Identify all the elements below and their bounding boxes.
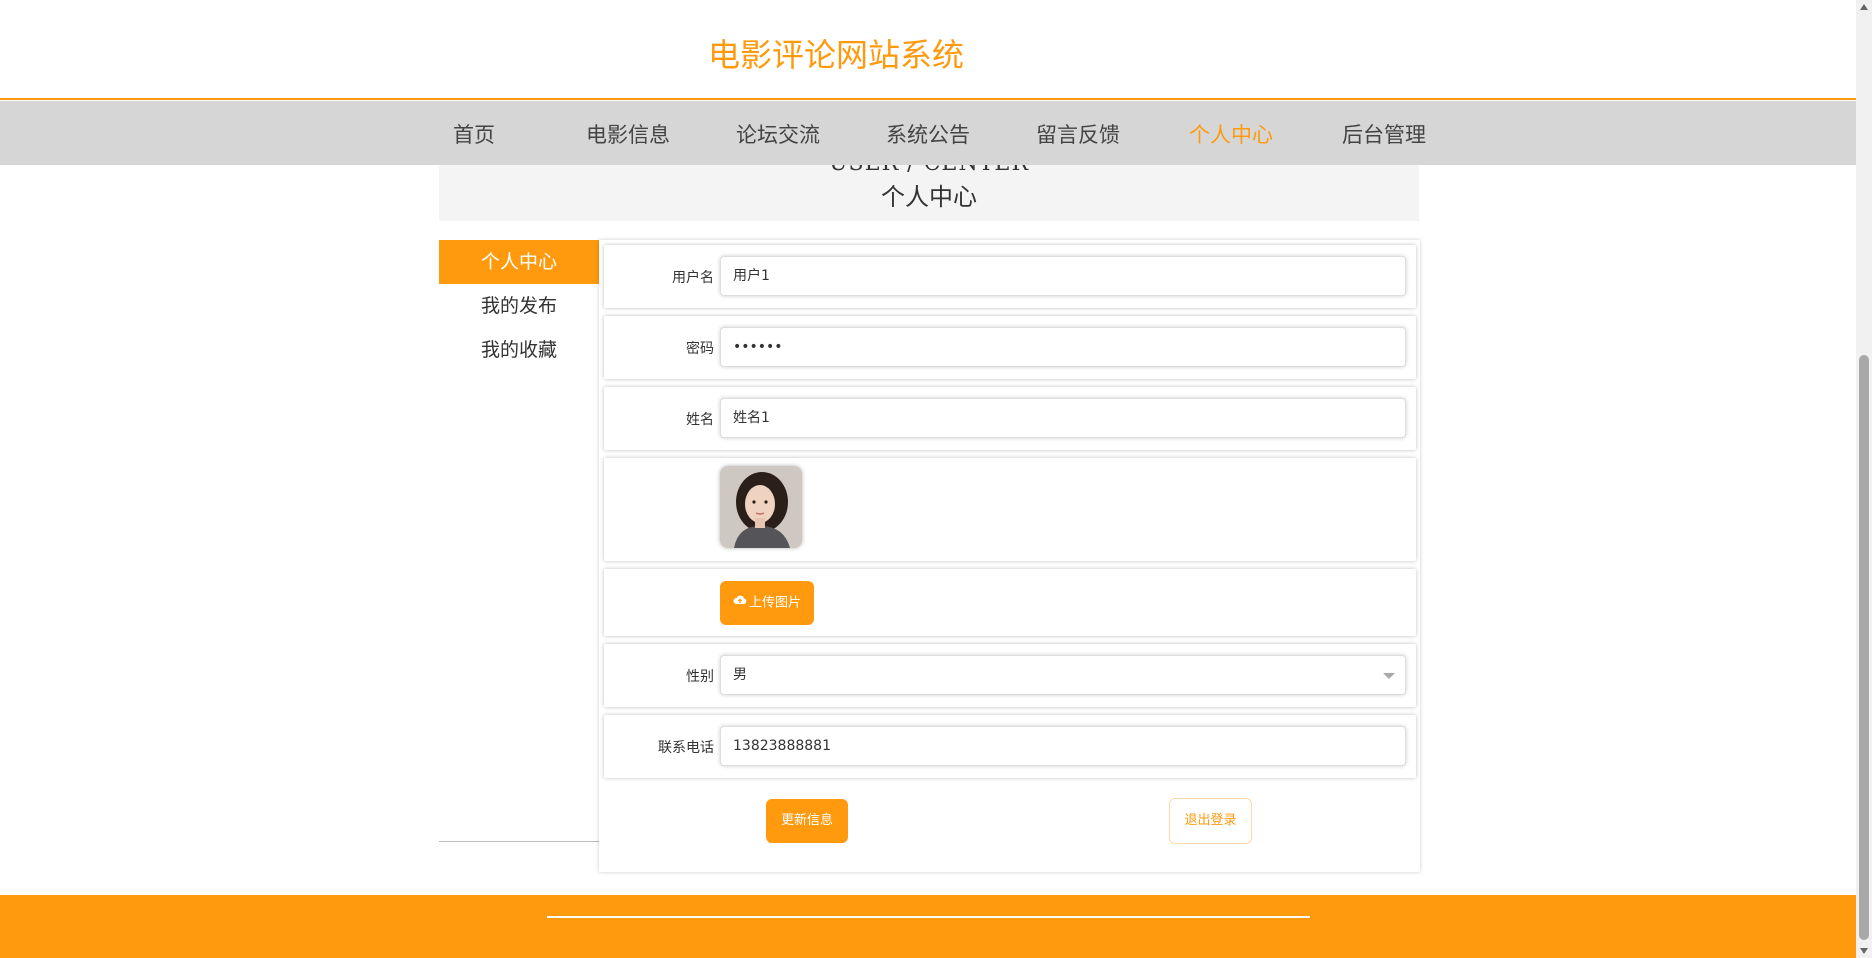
- phone-row: 联系电话 13823888881: [604, 715, 1416, 778]
- avatar-row: [604, 458, 1416, 561]
- sidebar-item-favorites[interactable]: 我的收藏: [439, 328, 599, 372]
- avatar: [720, 466, 802, 548]
- cloud-upload-icon: [733, 581, 747, 625]
- password-row: 密码 ••••••: [604, 316, 1416, 379]
- nav-forum[interactable]: 论坛交流: [736, 119, 820, 149]
- site-header: 电影评论网站系统: [0, 0, 1856, 100]
- phone-label: 联系电话: [658, 740, 714, 756]
- upload-row: 上传图片: [604, 569, 1416, 636]
- footer-divider: [547, 916, 1310, 918]
- gender-value: 男: [733, 667, 747, 683]
- nav-feedback[interactable]: 留言反馈: [1036, 119, 1120, 149]
- scrollbar-thumb[interactable]: [1859, 355, 1869, 940]
- username-row: 用户名 用户1: [604, 245, 1416, 308]
- footer: [0, 895, 1856, 958]
- profile-form: 用户名 用户1 密码 •••••• 姓名 姓名1 上传图片 性别 男 联系电话 …: [599, 240, 1420, 872]
- nav-admin[interactable]: 后台管理: [1342, 119, 1426, 149]
- sidebar-item-user-center[interactable]: 个人中心: [439, 240, 599, 284]
- nav-announcements[interactable]: 系统公告: [886, 119, 970, 149]
- banner-subtitle: USER / CENTER: [439, 165, 1419, 176]
- name-label: 姓名: [686, 412, 714, 428]
- name-row: 姓名 姓名1: [604, 387, 1416, 450]
- nav-movie-info[interactable]: 电影信息: [586, 119, 670, 149]
- gender-row: 性别 男: [604, 644, 1416, 707]
- password-input[interactable]: ••••••: [720, 327, 1406, 367]
- nav-user-center[interactable]: 个人中心: [1189, 119, 1273, 149]
- site-title: 电影评论网站系统: [708, 36, 965, 74]
- sidebar: 个人中心 我的发布 我的收藏: [439, 240, 599, 842]
- page-title: 个人中心: [881, 183, 977, 211]
- password-label: 密码: [686, 341, 714, 357]
- username-label: 用户名: [672, 270, 714, 286]
- scroll-down-icon[interactable]: [1860, 948, 1868, 954]
- main-nav: 首页 电影信息 论坛交流 系统公告 留言反馈 个人中心 后台管理: [0, 101, 1856, 165]
- nav-home[interactable]: 首页: [453, 119, 495, 149]
- upload-image-label: 上传图片: [748, 595, 801, 611]
- gender-select[interactable]: 男: [720, 655, 1406, 695]
- username-input[interactable]: 用户1: [720, 256, 1406, 296]
- page-scrollbar[interactable]: [1856, 0, 1872, 958]
- logout-button[interactable]: 退出登录: [1169, 798, 1252, 844]
- scroll-up-icon[interactable]: [1860, 4, 1868, 10]
- page-banner: USER / CENTER 个人中心: [439, 165, 1419, 221]
- update-info-button[interactable]: 更新信息: [766, 799, 848, 843]
- name-input[interactable]: 姓名1: [720, 398, 1406, 438]
- phone-input[interactable]: 13823888881: [720, 726, 1406, 766]
- upload-image-button[interactable]: 上传图片: [720, 581, 814, 625]
- gender-label: 性别: [686, 669, 714, 685]
- sidebar-item-my-posts[interactable]: 我的发布: [439, 284, 599, 328]
